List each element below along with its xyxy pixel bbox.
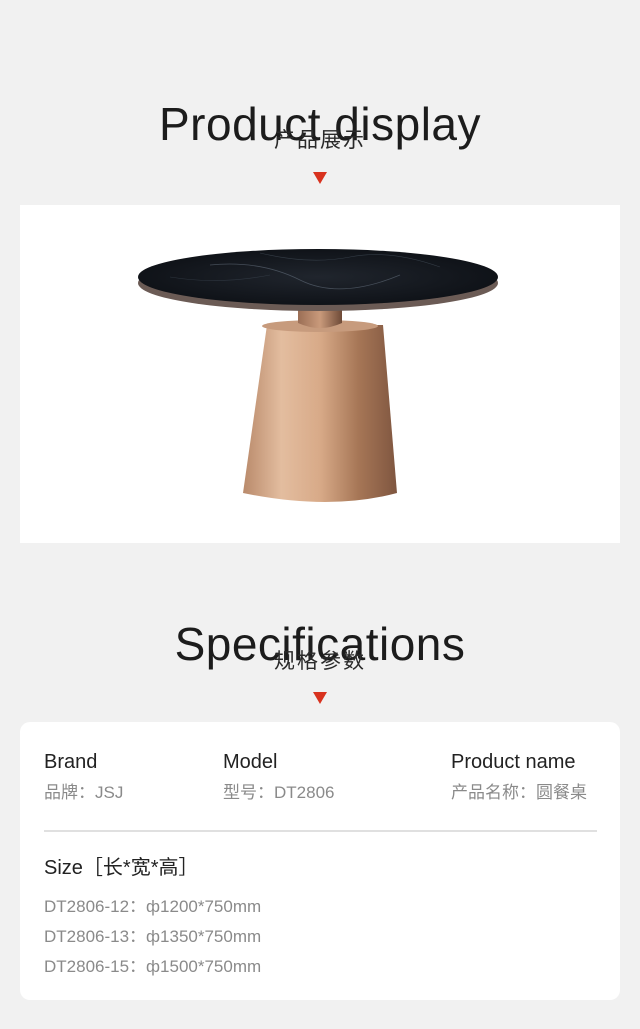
product-display-subtitle: 产品展示 <box>274 129 366 152</box>
brand-column: Brand 品牌：JSJ <box>44 752 123 801</box>
round-dining-table-image <box>138 249 498 502</box>
model-value: 型号：DT2806 <box>223 783 335 802</box>
product-name-column: Product name 产品名称：圆餐桌 <box>451 752 587 801</box>
down-triangle-icon <box>313 172 327 184</box>
model-column: Model 型号：DT2806 <box>223 752 334 801</box>
product-photo <box>20 205 620 543</box>
size-item: DT2806-12：ф1200*750mm <box>44 897 262 916</box>
brand-label: Brand <box>44 751 98 773</box>
spec-card: Brand 品牌：JSJ Model 型号：DT2806 Product nam… <box>20 722 620 1000</box>
product-name-label: Product name <box>451 751 576 773</box>
size-item: DT2806-13：ф1350*750mm <box>44 927 262 946</box>
size-label: Size［长*宽*高］ <box>44 857 199 879</box>
model-label: Model <box>223 751 278 773</box>
divider <box>44 830 597 832</box>
brand-value: 品牌：JSJ <box>44 783 124 802</box>
size-item: DT2806-15：ф1500*750mm <box>44 957 262 976</box>
product-name-value: 产品名称：圆餐桌 <box>451 783 587 802</box>
specifications-subtitle: 规格参数 <box>274 650 366 673</box>
size-list: DT2806-12：ф1200*750mm DT2806-13：ф1350*75… <box>44 892 261 982</box>
down-triangle-icon <box>313 692 327 704</box>
